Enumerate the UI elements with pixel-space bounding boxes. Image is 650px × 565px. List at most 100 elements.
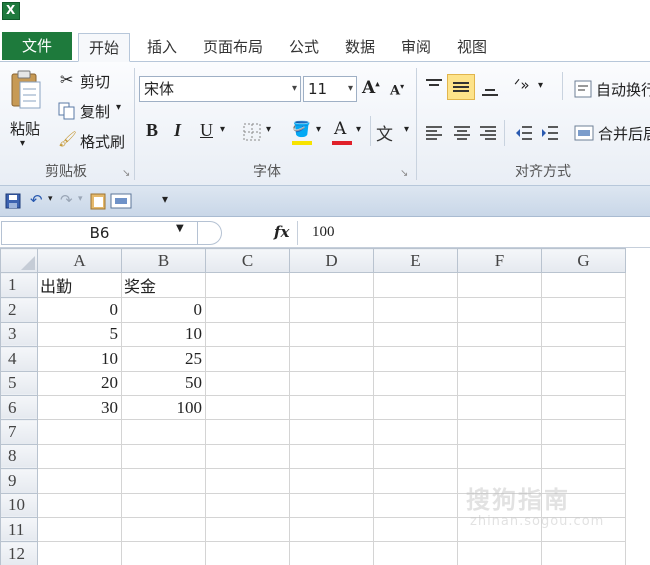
clipboard-launcher-icon[interactable]: ↘ xyxy=(122,168,130,179)
cell-empty[interactable] xyxy=(205,272,290,299)
cell-empty[interactable] xyxy=(373,468,458,494)
font-name-combo[interactable]: 宋体 ▾ xyxy=(139,76,301,102)
font-size-combo[interactable]: 11 ▾ xyxy=(303,76,357,102)
row-header[interactable]: 10 xyxy=(0,492,38,518)
tab-view[interactable]: 视图 xyxy=(450,33,494,62)
cell-empty[interactable] xyxy=(373,394,458,421)
cell-empty[interactable] xyxy=(373,516,458,543)
column-header[interactable]: E xyxy=(373,248,458,274)
cell-empty[interactable] xyxy=(373,272,458,299)
font-launcher-icon[interactable]: ↘ xyxy=(400,168,408,179)
cell-empty[interactable] xyxy=(289,272,374,299)
cell-a[interactable]: 30 xyxy=(37,394,122,421)
decrease-indent-icon[interactable] xyxy=(514,124,534,142)
cell-empty[interactable] xyxy=(205,419,290,445)
cell-a[interactable] xyxy=(37,443,122,470)
cell-empty[interactable] xyxy=(289,492,374,518)
align-bottom-icon[interactable] xyxy=(480,78,500,98)
tab-insert[interactable]: 插入 xyxy=(140,33,184,62)
insert-function-icon[interactable]: fx xyxy=(274,223,289,241)
tab-page-layout[interactable]: 页面布局 xyxy=(196,33,270,62)
cell-empty[interactable] xyxy=(205,370,290,396)
cell-empty[interactable] xyxy=(289,468,374,494)
align-center-icon[interactable] xyxy=(452,124,472,142)
excel-app-icon[interactable] xyxy=(2,2,20,20)
align-right-icon[interactable] xyxy=(478,124,498,142)
column-header[interactable]: G xyxy=(541,248,626,274)
cut-button[interactable]: ✂ 剪切 xyxy=(58,70,138,92)
cell-empty[interactable] xyxy=(289,516,374,543)
cell-b[interactable]: 0 xyxy=(121,297,206,323)
cell-b[interactable] xyxy=(121,541,206,565)
cell-empty[interactable] xyxy=(205,541,290,565)
cell-empty[interactable] xyxy=(457,541,542,565)
phonetic-guide-button[interactable]: 文 ▾ xyxy=(376,118,414,148)
tab-formulas[interactable]: 公式 xyxy=(282,33,326,62)
underline-button[interactable]: U xyxy=(200,120,213,141)
cell-b[interactable] xyxy=(121,492,206,518)
tab-home[interactable]: 开始 xyxy=(78,33,130,62)
clipboard-paste-icon[interactable] xyxy=(90,192,106,210)
tab-review[interactable]: 审阅 xyxy=(394,33,438,62)
cell-empty[interactable] xyxy=(205,321,290,348)
row-header[interactable]: 7 xyxy=(0,419,38,445)
cell-empty[interactable] xyxy=(373,443,458,470)
font-color-button[interactable]: A ▾ xyxy=(330,119,368,146)
cell-empty[interactable] xyxy=(373,419,458,445)
cell-b[interactable]: 10 xyxy=(121,321,206,348)
cell-empty[interactable] xyxy=(457,394,542,421)
cell-empty[interactable] xyxy=(541,370,626,396)
row-header[interactable]: 9 xyxy=(0,468,38,494)
cell-empty[interactable] xyxy=(541,541,626,565)
cell-b[interactable]: 50 xyxy=(121,370,206,396)
cell-empty[interactable] xyxy=(541,321,626,348)
cell-empty[interactable] xyxy=(541,346,626,372)
cell-empty[interactable] xyxy=(373,297,458,323)
cell-empty[interactable] xyxy=(205,346,290,372)
row-header[interactable]: 12 xyxy=(0,541,38,565)
cell-a[interactable]: 出勤 xyxy=(37,272,122,299)
cell-a[interactable] xyxy=(37,516,122,543)
cell-empty[interactable] xyxy=(373,492,458,518)
paste-dropdown-icon[interactable]: ▾ xyxy=(20,138,25,149)
column-header[interactable]: D xyxy=(289,248,374,274)
chevron-down-icon[interactable]: ▾ xyxy=(538,80,543,91)
tab-file[interactable]: 文件 xyxy=(2,32,72,60)
cell-a[interactable]: 0 xyxy=(37,297,122,323)
cell-empty[interactable] xyxy=(289,419,374,445)
cell-empty[interactable] xyxy=(373,370,458,396)
cell-empty[interactable] xyxy=(541,297,626,323)
fill-color-button[interactable]: 🪣 ▾ xyxy=(290,120,328,146)
cell-empty[interactable] xyxy=(289,321,374,348)
cell-empty[interactable] xyxy=(205,394,290,421)
cell-empty[interactable] xyxy=(373,541,458,565)
cell-empty[interactable] xyxy=(457,272,542,299)
grow-font-icon[interactable]: A▴ xyxy=(362,78,380,98)
cell-empty[interactable] xyxy=(205,297,290,323)
cell-empty[interactable] xyxy=(541,419,626,445)
cell-a[interactable]: 20 xyxy=(37,370,122,396)
undo-icon[interactable]: ↶ xyxy=(30,191,43,209)
cell-empty[interactable] xyxy=(205,443,290,470)
row-header[interactable]: 8 xyxy=(0,443,38,470)
column-header[interactable]: B xyxy=(121,248,206,274)
cell-a[interactable] xyxy=(37,541,122,565)
orientation-icon[interactable]: ᐟ» xyxy=(514,76,530,94)
cell-empty[interactable] xyxy=(289,443,374,470)
column-header[interactable]: F xyxy=(457,248,542,274)
cell-a[interactable] xyxy=(37,468,122,494)
bold-button[interactable]: B xyxy=(146,120,158,141)
redo-icon[interactable]: ↷ xyxy=(60,191,73,209)
shrink-font-icon[interactable]: A▾ xyxy=(390,81,404,98)
redo-dropdown-icon[interactable]: ▾ xyxy=(78,194,83,204)
cell-empty[interactable] xyxy=(289,297,374,323)
cell-empty[interactable] xyxy=(289,346,374,372)
merge-cells-icon[interactable] xyxy=(110,193,132,209)
column-header[interactable]: A xyxy=(37,248,122,274)
format-painter-button[interactable]: 🖌 格式刷 xyxy=(58,130,138,152)
cell-empty[interactable] xyxy=(457,419,542,445)
cell-b[interactable]: 奖金 xyxy=(121,272,206,299)
paste-button[interactable]: 粘贴 ▾ xyxy=(6,68,44,158)
name-box-dropdown-icon[interactable]: ▼ xyxy=(176,223,184,234)
cell-empty[interactable] xyxy=(541,443,626,470)
